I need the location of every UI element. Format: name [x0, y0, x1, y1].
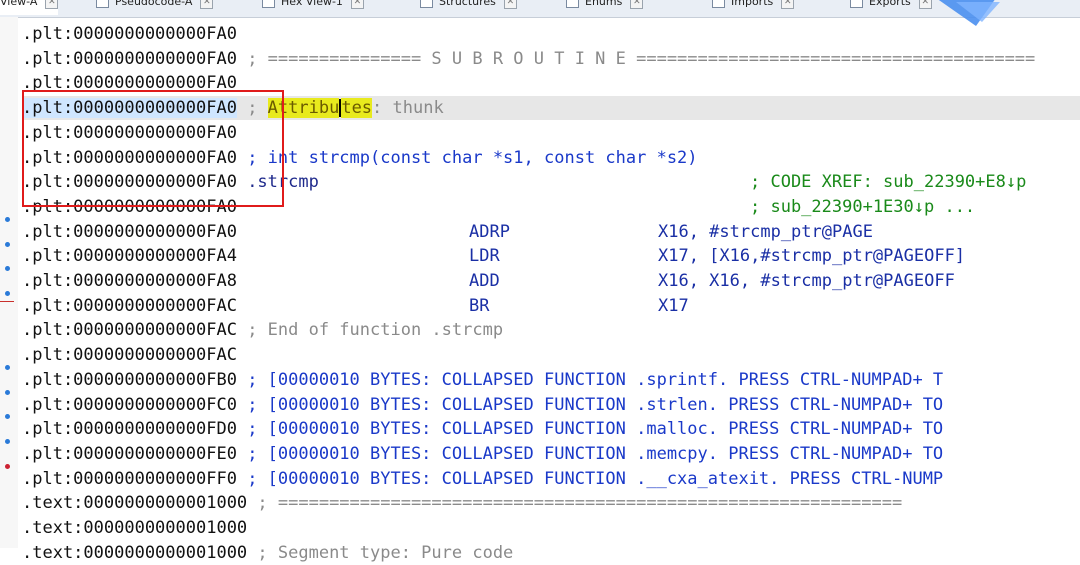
comment: ; End of function .strcmp [247, 320, 504, 341]
listing-line[interactable]: .plt:0000000000000FAC ; End of function … [22, 318, 1080, 342]
address[interactable]: .text:0000000000001000 [22, 518, 247, 538]
tab-icon [566, 0, 579, 8]
tab-5[interactable]: Imports ✕ [712, 0, 795, 15]
listing-line[interactable]: .text:0000000000001000 [22, 516, 1080, 540]
xref-comment[interactable]: ; sub_22390+1E30↓p ... [750, 195, 975, 219]
collapsed-function[interactable]: ; [00000010 BYTES: COLLAPSED FUNCTION .m… [247, 419, 943, 439]
close-icon[interactable]: ✕ [45, 0, 59, 9]
listing-line[interactable]: .plt:0000000000000FD0 ; [00000010 BYTES:… [22, 417, 1080, 441]
listing-line[interactable]: .text:0000000000001000 ; ===============… [22, 491, 1080, 515]
collapsed-function[interactable]: ; [00000010 BYTES: COLLAPSED FUNCTION .s… [247, 395, 943, 415]
comment: : thunk [372, 98, 444, 119]
listing-line[interactable]: .text:0000000000001000 ; Segment type: P… [22, 541, 1080, 565]
address[interactable]: .plt:0000000000000FA8 [22, 271, 237, 291]
tab-icon [420, 0, 433, 8]
tab-icon [850, 0, 863, 8]
address[interactable]: .plt:0000000000000FAC [22, 320, 237, 340]
listing-line[interactable]: .plt:0000000000000FAC BR X17 [22, 294, 1080, 318]
comment: ; ======================================… [257, 493, 903, 514]
tab-2[interactable]: Hex View-1 ✕ [262, 0, 364, 15]
listing-line[interactable]: .plt:0000000000000FA0 [22, 22, 1080, 46]
tab-label: Structures [439, 0, 496, 8]
xref-comment[interactable]: ; CODE XREF: sub_22390+E8↓p [750, 170, 1026, 194]
address[interactable]: .plt:0000000000000FD0 [22, 419, 237, 439]
collapsed-function[interactable]: ; [00000010 BYTES: COLLAPSED FUNCTION ._… [247, 469, 943, 489]
close-icon[interactable]: ✕ [630, 0, 644, 9]
close-icon[interactable]: ✕ [781, 0, 795, 9]
gutter [0, 17, 18, 548]
annotation-box [22, 90, 284, 207]
attribute-label: tes [341, 98, 373, 119]
breakpoint-dot [5, 217, 10, 222]
instruction-mnemonic[interactable]: ADD [469, 269, 500, 293]
tab-label: Enums [585, 0, 623, 8]
address[interactable]: .plt:0000000000000FAC [22, 345, 237, 365]
address[interactable]: .plt:0000000000000FAC [22, 296, 237, 316]
close-icon[interactable]: ✕ [503, 0, 517, 9]
collapsed-function[interactable]: ; [00000010 BYTES: COLLAPSED FUNCTION .s… [247, 370, 943, 390]
comment: ; =============== S U B R O U T I N E ==… [247, 48, 1036, 69]
close-icon[interactable]: ✕ [350, 0, 364, 9]
address[interactable]: .plt:0000000000000FB0 [22, 370, 237, 390]
tab-6[interactable]: Exports ✕ [850, 0, 932, 15]
tab-3[interactable]: Structures ✕ [420, 0, 517, 15]
collapsed-function[interactable]: ; [00000010 BYTES: COLLAPSED FUNCTION .m… [247, 444, 943, 464]
address[interactable]: .plt:0000000000000FA0 [22, 49, 237, 69]
listing-line[interactable]: .plt:0000000000000FB0 ; [00000010 BYTES:… [22, 368, 1080, 392]
breakpoint-dot [5, 266, 10, 271]
tab-icon [712, 0, 725, 8]
instruction-operands[interactable]: X16, X16, #strcmp_ptr@PAGEOFF [658, 269, 955, 293]
address[interactable]: .text:0000000000001000 [22, 493, 247, 513]
flow-arrow-mark [0, 301, 14, 302]
listing-line[interactable]: .plt:0000000000000FA0 ADRP X16, #strcmp_p… [22, 220, 1080, 244]
tab-label: View-A [0, 0, 38, 8]
tab-4[interactable]: Enums ✕ [566, 0, 644, 15]
breakpoint-dot [5, 390, 10, 395]
breakpoint-dot [5, 439, 10, 444]
instruction-operands[interactable]: X17, [X16,#strcmp_ptr@PAGEOFF] [658, 244, 965, 268]
address[interactable]: .plt:0000000000000FA4 [22, 246, 237, 266]
breakpoint-dot [5, 414, 10, 419]
breakpoint-dot [5, 464, 10, 469]
address[interactable]: .plt:0000000000000FC0 [22, 395, 237, 415]
instruction-operands[interactable]: X16, #strcmp_ptr@PAGE [658, 220, 873, 244]
tab-label: Pseudocode-A [115, 0, 193, 8]
listing-line[interactable]: .plt:0000000000000FC0 ; [00000010 BYTES:… [22, 393, 1080, 417]
address[interactable]: .plt:0000000000000FA0 [22, 222, 237, 242]
tab-icon [262, 0, 275, 8]
breakpoint-dot [5, 365, 10, 370]
listing-line[interactable]: .plt:0000000000000FE0 ; [00000010 BYTES:… [22, 442, 1080, 466]
address[interactable]: .plt:0000000000000FF0 [22, 469, 237, 489]
listing-line[interactable]: .plt:0000000000000FAC [22, 343, 1080, 367]
tab-label: Imports [731, 0, 774, 8]
tab-1[interactable]: Pseudocode-A ✕ [96, 0, 214, 15]
listing-line[interactable]: .plt:0000000000000FA0 ; =============== … [22, 47, 1080, 71]
address[interactable]: .text:0000000000001000 [22, 543, 247, 563]
breakpoint-dot [5, 291, 10, 296]
listing-line[interactable]: .plt:0000000000000FA4 LDR X17, [X16,#strc… [22, 244, 1080, 268]
tab-icon [96, 0, 109, 8]
tab-bar: View-A ✕ Pseudocode-A ✕ Hex View-1 ✕ Structure… [0, 0, 1080, 18]
address[interactable]: .plt:0000000000000FE0 [22, 444, 237, 464]
instruction-mnemonic[interactable]: LDR [469, 244, 500, 268]
tab-0[interactable]: View-A ✕ [0, 0, 59, 15]
instruction-mnemonic[interactable]: BR [469, 294, 489, 318]
function-prototype: ; int strcmp(const char *s1, const char … [247, 147, 698, 168]
listing-line[interactable]: .plt:0000000000000FF0 ; [00000010 BYTES:… [22, 467, 1080, 491]
comment: ; Segment type: Pure code [257, 542, 514, 563]
tab-label: Exports [869, 0, 911, 8]
tab-label: Hex View-1 [281, 0, 343, 8]
instruction-mnemonic[interactable]: ADRP [469, 220, 510, 244]
instruction-operands[interactable]: X17 [658, 294, 689, 318]
close-icon[interactable]: ✕ [200, 0, 214, 9]
listing-line[interactable]: .plt:0000000000000FA8 ADD X16, X16, #strc… [22, 269, 1080, 293]
breakpoint-dot [5, 242, 10, 247]
address[interactable]: .plt:0000000000000FA0 [22, 24, 237, 44]
